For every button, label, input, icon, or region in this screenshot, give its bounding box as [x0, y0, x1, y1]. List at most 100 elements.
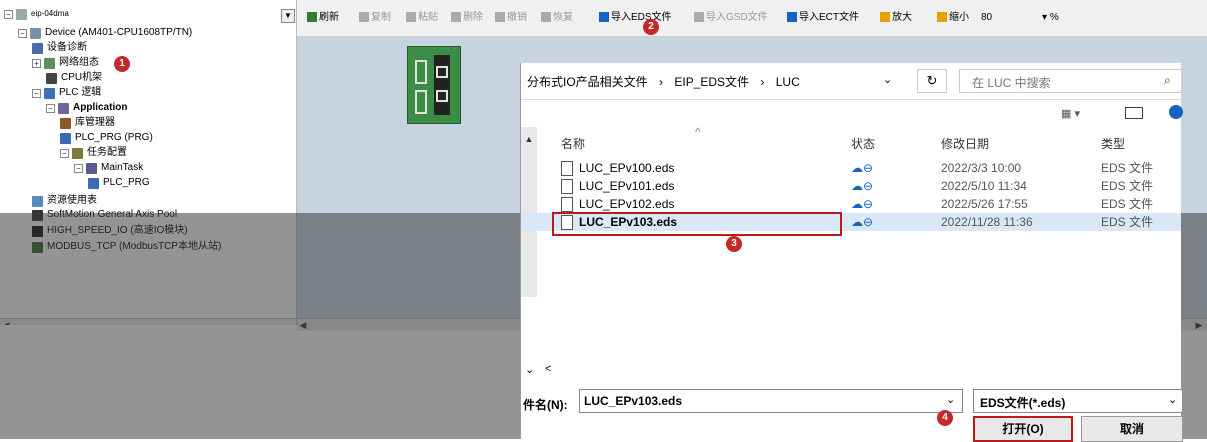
file-name-text: LUC_EPv100.eds — [579, 161, 675, 175]
import-gsd-button[interactable]: 导入GSD文件 — [694, 11, 768, 25]
tree-item[interactable]: + 网络组态 — [32, 56, 99, 70]
toolbar-button-label: 删除 — [463, 12, 483, 23]
cpu-device-image[interactable] — [407, 46, 461, 124]
tree-item-label: 任务配置 — [87, 147, 127, 158]
breadcrumb[interactable]: 分布式IO产品相关文件 › EIP_EDS文件 › LUC — [527, 73, 800, 90]
breadcrumb-item[interactable]: 分布式IO产品相关文件 — [527, 75, 648, 89]
view-options-button[interactable]: ▦ ▾ — [1061, 107, 1080, 120]
diagnostic-icon — [32, 42, 43, 54]
sort-indicator-icon: ^ — [695, 125, 701, 139]
expand-icon[interactable]: + — [32, 58, 41, 68]
open-button[interactable]: 打开(O) — [973, 416, 1073, 442]
tree-item[interactable]: PLC_PRG (PRG) — [60, 131, 153, 145]
cancel-button[interactable]: 取消 — [1081, 416, 1183, 442]
tree-item[interactable]: 资源使用表 — [32, 194, 97, 208]
file-modified-date: 2022/11/28 11:36 — [941, 215, 1033, 229]
undo-button[interactable]: 撤销 — [495, 11, 527, 25]
file-type: EDS 文件 — [1101, 161, 1154, 175]
file-modified-date: 2022/5/10 11:34 — [941, 179, 1027, 193]
import-ect-button[interactable]: 导入ECT文件 — [787, 11, 859, 25]
file-modified-date: 2022/3/3 10:00 — [941, 161, 1022, 175]
column-status[interactable]: 状态 — [851, 135, 875, 152]
column-name[interactable]: 名称 — [561, 135, 585, 152]
collapse-icon[interactable]: − — [18, 28, 27, 38]
help-icon[interactable] — [1169, 105, 1183, 119]
tree-item[interactable]: CPU机架 — [46, 71, 102, 85]
file-name-text: LUC_EPv101.eds — [579, 179, 675, 193]
zoom-in-button[interactable]: 放大 — [880, 11, 912, 25]
scroll-left-icon[interactable]: < — [545, 363, 551, 375]
redo-icon — [541, 12, 551, 23]
filename-input[interactable]: LUC_EPv103.eds ⌄ — [579, 389, 963, 413]
toolbar-button-label: 刷新 — [319, 12, 339, 23]
refresh-button[interactable]: 刷新 — [307, 11, 339, 25]
file-modified-date: 2022/5/26 17:55 — [941, 197, 1028, 211]
zoom-out-icon — [937, 12, 947, 23]
program-icon — [88, 177, 99, 189]
collapse-icon[interactable]: − — [46, 103, 55, 113]
chevron-down-icon[interactable]: ⌄ — [1168, 393, 1177, 406]
import-eds-icon — [599, 12, 609, 23]
tree-item-label: 库管理器 — [75, 117, 115, 128]
column-modified[interactable]: 修改日期 — [941, 135, 989, 152]
redo-button[interactable]: 恢复 — [541, 11, 573, 25]
breadcrumb-item[interactable]: LUC — [776, 75, 800, 89]
file-list-horizontal-scrollbar[interactable]: ⌄ < — [521, 363, 1181, 377]
tree-item[interactable]: 库管理器 — [60, 116, 115, 130]
plc-icon — [30, 27, 41, 39]
file-row[interactable]: LUC_EPv102.eds ☁⊖ 2022/5/26 17:55 EDS 文件 — [521, 195, 1181, 213]
tree-item[interactable]: PLC_PRG — [88, 176, 150, 190]
collapse-icon[interactable]: − — [74, 163, 83, 173]
delete-button[interactable]: 删除 — [451, 11, 483, 25]
toolbar-button-label: 导入ECT文件 — [799, 12, 859, 23]
step-marker: 3 — [726, 236, 742, 252]
tree-item[interactable]: − MainTask — [74, 161, 143, 175]
file-type: EDS 文件 — [1101, 179, 1154, 193]
refresh-icon[interactable]: ↻ — [917, 69, 947, 93]
file-icon — [561, 179, 573, 195]
file-icon — [561, 197, 573, 213]
address-bar: 分布式IO产品相关文件 › EIP_EDS文件 › LUC ⌄ ↻ 在 LUC … — [521, 63, 1183, 100]
file-row[interactable]: LUC_EPv101.eds ☁⊖ 2022/5/10 11:34 EDS 文件 — [521, 177, 1181, 195]
preview-pane-icon[interactable] — [1125, 107, 1143, 119]
chevron-down-icon[interactable]: ▼ — [281, 9, 295, 23]
copy-icon — [359, 12, 369, 23]
chevron-down-icon[interactable]: ⌄ — [525, 363, 534, 376]
copy-button[interactable]: 复制 — [359, 11, 391, 25]
refresh-icon — [307, 12, 317, 23]
zoom-dropdown[interactable]: ▾ % — [1042, 11, 1059, 25]
tree-item[interactable]: − Application — [46, 101, 127, 115]
cpu-module-graphic — [415, 55, 450, 115]
paste-button[interactable]: 粘贴 — [406, 11, 438, 25]
import-eds-button[interactable]: 导入EDS文件 — [599, 11, 672, 25]
collapse-icon[interactable]: − — [60, 148, 69, 158]
chevron-right-icon: › — [659, 75, 664, 89]
address-dropdown-icon[interactable]: ⌄ — [883, 73, 892, 86]
import-gsd-icon — [694, 12, 704, 23]
collapse-icon[interactable]: − — [4, 9, 13, 19]
zoom-out-button[interactable]: 缩小 — [937, 11, 969, 25]
file-row[interactable]: LUC_EPv100.eds ☁⊖ 2022/3/3 10:00 EDS 文件 — [521, 159, 1181, 177]
tree-item[interactable]: − 任务配置 — [60, 146, 127, 160]
file-list-header: 名称 ^ 状态 修改日期 类型 — [521, 125, 1181, 155]
toolbar-button-label: 粘贴 — [418, 12, 438, 23]
chevron-down-icon[interactable]: ⌄ — [946, 393, 955, 406]
breadcrumb-item[interactable]: EIP_EDS文件 — [674, 75, 749, 89]
network-icon — [44, 57, 55, 69]
file-type: EDS 文件 — [1101, 197, 1154, 211]
file-name: LUC_EPv101.eds — [561, 177, 674, 195]
project-root[interactable]: − eip-04dma — [4, 7, 69, 21]
tree-item-label: 资源使用表 — [47, 195, 97, 206]
tree-item[interactable]: − PLC 逻辑 — [32, 86, 101, 100]
search-input[interactable]: 在 LUC 中搜索 ⌕ — [959, 69, 1183, 93]
open-file-dialog: 分布式IO产品相关文件 › EIP_EDS文件 › LUC ⌄ ↻ 在 LUC … — [520, 63, 1183, 442]
toolbar-button-label: 恢复 — [553, 12, 573, 23]
tree-item[interactable]: − Device (AM401-CPU1608TP/TN) — [18, 26, 192, 40]
column-type[interactable]: 类型 — [1101, 135, 1125, 152]
import-ect-icon — [787, 12, 797, 23]
collapse-icon[interactable]: − — [32, 88, 41, 98]
file-type-select[interactable]: EDS文件(*.eds) ⌄ — [973, 389, 1183, 413]
zoom-value[interactable]: 80 — [981, 11, 992, 25]
tree-item[interactable]: 设备诊断 — [32, 41, 87, 55]
toolbar-button-label: 导入GSD文件 — [706, 12, 768, 23]
